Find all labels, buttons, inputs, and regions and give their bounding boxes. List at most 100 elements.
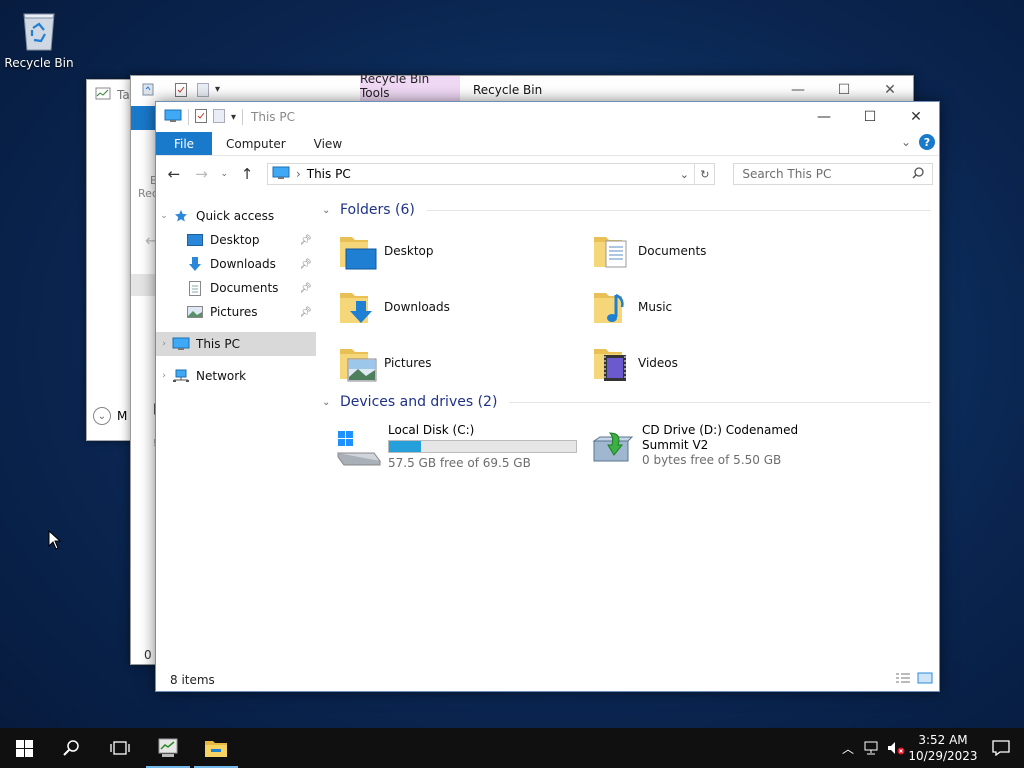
- window-title: This PC: [251, 110, 295, 124]
- search-placeholder: Search This PC: [742, 167, 832, 181]
- drive-usage-bar: [388, 440, 577, 453]
- address-bar[interactable]: › This PC ⌄ ↻: [266, 163, 716, 185]
- nav-pictures[interactable]: Pictures 📌︎: [156, 300, 316, 324]
- volume-muted-icon[interactable]: [884, 728, 908, 768]
- file-tab-partial[interactable]: [131, 106, 157, 130]
- recycle-bin-icon: [20, 8, 58, 52]
- drive-d[interactable]: CD Drive (D:) Codenamed Summit V2 0 byte…: [588, 423, 842, 471]
- drive-c[interactable]: Local Disk (C:) 57.5 GB free of 69.5 GB: [334, 423, 588, 471]
- status-bar: 8 items: [156, 669, 939, 691]
- chevron-down-icon[interactable]: ⌄: [156, 211, 172, 221]
- search-icon: [63, 740, 79, 756]
- folder-label: Desktop: [384, 244, 434, 258]
- this-pc-window[interactable]: ▾ This PC — ☐ ✕ File Computer View ⌄ ? ←…: [155, 101, 940, 692]
- new-folder-icon[interactable]: [213, 108, 225, 126]
- breadcrumb-separator[interactable]: ›: [296, 167, 301, 181]
- nav-label: Pictures: [210, 305, 258, 319]
- desktop-icon-recycle-bin[interactable]: Recycle Bin: [4, 8, 74, 70]
- customize-qat-icon[interactable]: ▾: [231, 112, 236, 123]
- folders-group-header[interactable]: ⌄ Folders (6): [322, 197, 931, 223]
- pin-icon[interactable]: 📌︎: [299, 307, 312, 318]
- music-folder-icon: [592, 287, 632, 327]
- pin-icon[interactable]: 📌︎: [299, 259, 312, 270]
- folder-downloads[interactable]: Downloads: [338, 287, 592, 327]
- drives-group-header[interactable]: ⌄ Devices and drives (2): [322, 389, 931, 415]
- folder-videos[interactable]: Videos: [592, 343, 846, 383]
- nav-network[interactable]: › Network: [156, 364, 316, 388]
- task-view-button[interactable]: [96, 728, 144, 768]
- details-view-icon[interactable]: [895, 672, 911, 687]
- chevron-down-icon[interactable]: ⌄: [322, 205, 334, 216]
- folder-music[interactable]: Music: [592, 287, 846, 327]
- maximize-button[interactable]: ☐: [821, 76, 867, 104]
- recycle-bin-titlebar[interactable]: ▾ Recycle Bin Tools Recycle Bin — ☐ ✕: [131, 72, 913, 104]
- breadcrumb-this-pc[interactable]: This PC: [307, 167, 351, 181]
- properties-icon[interactable]: [175, 83, 187, 100]
- search-input[interactable]: Search This PC: [733, 163, 934, 185]
- drive-usage-fill: [389, 441, 421, 452]
- network-tray-icon[interactable]: [860, 728, 884, 768]
- folder-label: Documents: [638, 244, 707, 258]
- this-pc-icon: [172, 336, 190, 352]
- recycle-bin-small-icon: [141, 82, 155, 99]
- tab-view[interactable]: View: [300, 132, 356, 155]
- close-button[interactable]: ✕: [867, 76, 913, 104]
- refresh-icon[interactable]: ↻: [694, 164, 714, 184]
- taskbar-task-manager[interactable]: [144, 728, 192, 768]
- search-button[interactable]: [48, 728, 96, 768]
- separator: [188, 109, 189, 125]
- pin-icon[interactable]: 📌︎: [299, 235, 312, 246]
- close-button[interactable]: ✕: [893, 102, 939, 132]
- nav-downloads[interactable]: Downloads 📌︎: [156, 252, 316, 276]
- minimize-button[interactable]: —: [775, 76, 821, 104]
- tab-file[interactable]: File: [156, 132, 212, 155]
- minimize-button[interactable]: —: [801, 102, 847, 132]
- more-details-button[interactable]: ⌄ M: [93, 407, 127, 425]
- recycle-bin-label: Recycle Bin: [4, 56, 74, 70]
- folder-label: Music: [638, 300, 673, 314]
- folder-desktop[interactable]: Desktop: [338, 231, 592, 271]
- back-button[interactable]: ←: [162, 162, 186, 186]
- nav-documents[interactable]: Documents 📌︎: [156, 276, 316, 300]
- forward-button[interactable]: →: [190, 162, 214, 186]
- properties-icon[interactable]: [195, 108, 207, 126]
- taskbar-file-explorer[interactable]: [192, 728, 240, 768]
- nav-desktop[interactable]: Desktop 📌︎: [156, 228, 316, 252]
- desktop-folder-icon: [338, 231, 378, 271]
- this-pc-small-icon: [164, 109, 182, 126]
- clock-time: 3:52 AM: [918, 733, 968, 747]
- chevron-right-icon[interactable]: ›: [156, 339, 172, 349]
- folder-pictures[interactable]: Pictures: [338, 343, 592, 383]
- tab-computer[interactable]: Computer: [212, 132, 300, 155]
- folder-documents[interactable]: Documents: [592, 231, 846, 271]
- search-icon: [912, 166, 924, 182]
- start-button[interactable]: [0, 728, 48, 768]
- nav-this-pc[interactable]: › This PC: [156, 332, 316, 356]
- nav-quick-access[interactable]: ⌄ Quick access: [156, 204, 316, 228]
- recent-locations-button[interactable]: ⌄: [217, 162, 231, 186]
- nav-label: Desktop: [210, 233, 260, 247]
- recycle-bin-tools-tab[interactable]: Recycle Bin Tools: [360, 72, 460, 104]
- chevron-down-icon[interactable]: ⌄: [322, 397, 334, 408]
- action-center-button[interactable]: [978, 728, 1024, 768]
- pin-icon[interactable]: 📌︎: [299, 283, 312, 294]
- explorer-titlebar[interactable]: ▾ This PC — ☐ ✕: [156, 102, 939, 132]
- up-button[interactable]: ↑: [235, 162, 259, 186]
- system-tray: ︿ 3:52 AM 10/29/2023: [836, 728, 1024, 768]
- address-dropdown-icon[interactable]: ⌄: [674, 164, 694, 184]
- new-folder-icon[interactable]: [197, 83, 209, 100]
- expand-ribbon-icon[interactable]: ⌄: [901, 135, 911, 149]
- windows-logo-icon: [15, 739, 33, 757]
- clock[interactable]: 3:52 AM 10/29/2023: [908, 732, 978, 764]
- maximize-button[interactable]: ☐: [847, 102, 893, 132]
- quick-access-toolbar: ▾: [164, 108, 244, 126]
- customize-qat-icon[interactable]: ▾: [215, 84, 220, 95]
- item-count: 8 items: [170, 673, 215, 687]
- this-pc-icon: [272, 166, 290, 183]
- cd-drive-icon: [588, 427, 636, 467]
- help-icon[interactable]: ?: [919, 134, 935, 150]
- large-icons-view-icon[interactable]: [917, 672, 933, 687]
- show-hidden-icons-button[interactable]: ︿: [836, 728, 860, 768]
- download-arrow-icon: [186, 256, 204, 272]
- chevron-right-icon[interactable]: ›: [156, 371, 172, 381]
